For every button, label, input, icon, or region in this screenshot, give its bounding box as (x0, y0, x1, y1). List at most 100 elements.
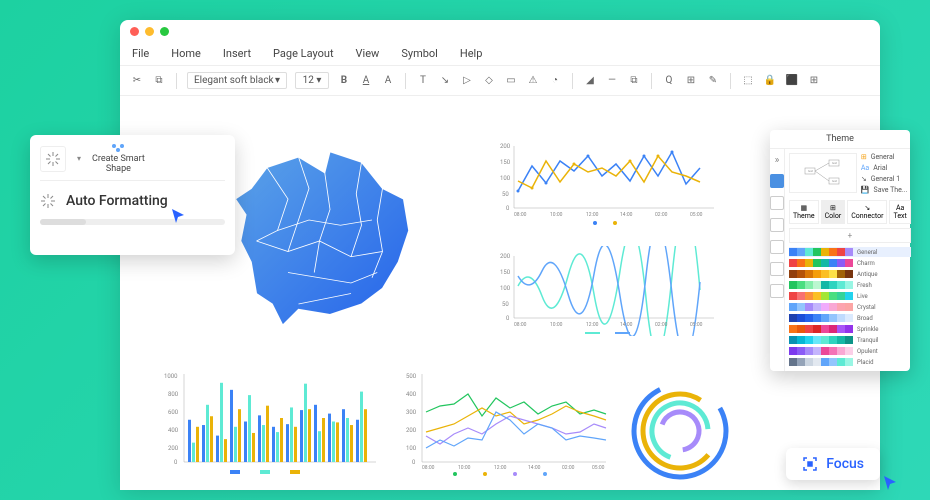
close-dot[interactable] (130, 27, 139, 36)
svg-text:300: 300 (406, 409, 417, 416)
pointer-icon[interactable]: ▷ (460, 74, 474, 88)
layer-icon[interactable]: ⬛ (785, 74, 799, 88)
pen-icon[interactable]: ✎ (706, 74, 720, 88)
bold-icon[interactable]: B (337, 74, 351, 88)
side-style-icon[interactable] (770, 240, 784, 254)
side-tabs: » (770, 149, 785, 371)
svg-text:400: 400 (406, 391, 417, 398)
menu-symbol[interactable]: Symbol (401, 47, 438, 60)
opt-save[interactable]: 💾Save The... (861, 186, 911, 194)
side-align-icon[interactable] (770, 262, 784, 276)
group-icon[interactable]: ⬚ (741, 74, 755, 88)
shape-icon[interactable]: ◇ (482, 74, 496, 88)
menu-help[interactable]: Help (460, 47, 483, 60)
palette-crystal[interactable]: Crystal (789, 302, 911, 312)
copy-icon[interactable]: ⧉ (152, 74, 166, 88)
crop-icon[interactable]: ⧉ (627, 74, 641, 88)
cursor-icon (170, 207, 188, 225)
map-shape[interactable] (220, 136, 440, 346)
area-chart[interactable]: 200150100500 08:0010:0012:0014:0002:0005… (490, 246, 720, 336)
svg-text:05:00: 05:00 (690, 212, 703, 218)
focus-button[interactable]: Focus (786, 448, 880, 480)
side-theme-icon[interactable] (770, 174, 784, 188)
svg-text:10:00: 10:00 (550, 322, 563, 328)
spark-dropdown[interactable]: ▾ (72, 154, 86, 163)
min-dot[interactable] (145, 27, 154, 36)
menu-insert[interactable]: Insert (223, 47, 251, 60)
size-select[interactable]: 12 ▾ (295, 72, 329, 89)
grid-icon[interactable]: ⊞ (684, 74, 698, 88)
palette-broad[interactable]: Broad (789, 313, 911, 323)
palette-general[interactable]: General (789, 247, 911, 257)
line-icon[interactable]: — (605, 74, 619, 88)
svg-text:10:00: 10:00 (458, 465, 471, 471)
tab-theme[interactable]: ▦Theme (789, 200, 819, 224)
svg-text:08:00: 08:00 (422, 465, 435, 471)
fill-icon[interactable]: ◢ (583, 74, 597, 88)
more-icon[interactable]: ⊞ (807, 74, 821, 88)
slider[interactable] (40, 219, 225, 225)
svg-text:400: 400 (168, 427, 179, 434)
palette-fresh[interactable]: Fresh (789, 280, 911, 290)
font-color-icon[interactable]: A (359, 74, 373, 88)
tab-text[interactable]: AaText (889, 200, 910, 224)
svg-text:150: 150 (500, 159, 511, 166)
tab-connector[interactable]: ↘Connector (847, 200, 887, 224)
font-select[interactable]: Elegant soft black▾ (187, 72, 287, 89)
menu-home[interactable]: Home (171, 47, 201, 60)
radial-chart[interactable] (620, 366, 740, 486)
tab-color[interactable]: ⊞Color (821, 200, 846, 224)
focus-icon (802, 456, 818, 472)
image-icon[interactable]: ▭ (504, 74, 518, 88)
svg-text:08:00: 08:00 (514, 212, 527, 218)
svg-text:100: 100 (406, 445, 417, 452)
highlight-icon[interactable]: A (381, 74, 395, 88)
theme-preview: texttexttext (789, 153, 857, 193)
chart-icon[interactable]: ◔ (548, 74, 562, 88)
svg-text:200: 200 (168, 445, 179, 452)
svg-text:1000: 1000 (164, 373, 178, 380)
menu-view[interactable]: View (356, 47, 380, 60)
svg-text:50: 50 (502, 301, 509, 308)
search-icon[interactable]: Q (662, 74, 676, 88)
side-page-icon[interactable] (770, 218, 784, 232)
text-tool-icon[interactable]: T (416, 74, 430, 88)
svg-text:0: 0 (506, 315, 510, 322)
svg-text:text: text (832, 161, 837, 165)
svg-text:12:00: 12:00 (586, 322, 599, 328)
palette-charm[interactable]: Charm (789, 258, 911, 268)
svg-text:800: 800 (168, 391, 179, 398)
palette-sprinkle[interactable]: Sprinkle (789, 324, 911, 334)
menu-file[interactable]: File (132, 47, 149, 60)
create-smart-shape[interactable]: Create Smart Shape (92, 143, 145, 175)
lock-icon[interactable]: 🔒 (763, 74, 777, 88)
spark-button[interactable] (40, 146, 66, 172)
svg-text:02:00: 02:00 (655, 212, 668, 218)
palette-opulent[interactable]: Opulent (789, 346, 911, 356)
max-dot[interactable] (160, 27, 169, 36)
side-layers-icon[interactable] (770, 196, 784, 210)
opt-general1[interactable]: ↘General 1 (861, 175, 911, 183)
palette-live[interactable]: Live (789, 291, 911, 301)
svg-text:14:00: 14:00 (620, 322, 633, 328)
line-chart-1[interactable]: 200150100500 08:0010:0012:0014:0002:0005… (490, 136, 720, 226)
svg-text:50: 50 (502, 191, 509, 198)
warning-icon[interactable]: ⚠ (526, 74, 540, 88)
svg-text:14:00: 14:00 (620, 212, 633, 218)
connector-icon[interactable]: ↘ (438, 74, 452, 88)
cut-icon[interactable]: ✂ (130, 74, 144, 88)
opt-general[interactable]: ⊞General (861, 153, 911, 161)
line-chart-2[interactable]: 5004003002001000 08:0010:0012:0014:0002:… (400, 366, 610, 476)
palette-tranquil[interactable]: Tranquil (789, 335, 911, 345)
spark-icon (40, 193, 56, 209)
opt-arial[interactable]: AaArial (861, 164, 911, 172)
palette-placid[interactable]: Placid (789, 357, 911, 367)
svg-text:0: 0 (174, 459, 178, 466)
palette-antique[interactable]: Antique (789, 269, 911, 279)
menu-page-layout[interactable]: Page Layout (273, 47, 334, 60)
add-palette[interactable]: + (789, 228, 911, 243)
side-history-icon[interactable] (770, 284, 784, 298)
collapse-icon[interactable]: » (775, 155, 780, 166)
bar-chart[interactable]: 10008006004002000 (160, 366, 380, 476)
auto-formatting-panel: ▾ Create Smart Shape Auto Formatting (30, 135, 235, 255)
